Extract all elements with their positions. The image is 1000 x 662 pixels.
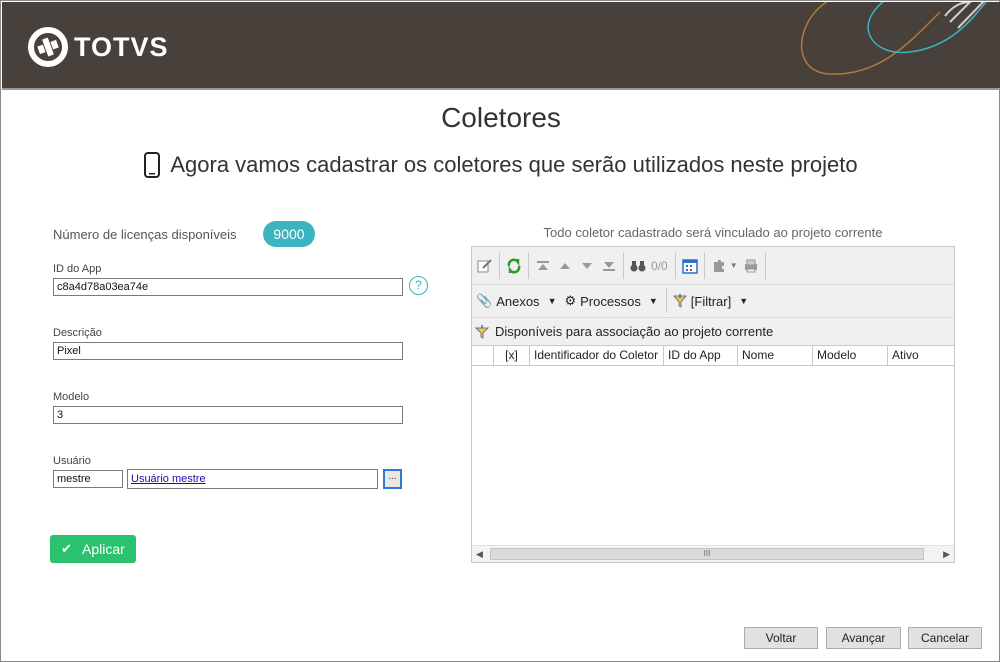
check-icon: ✔ (61, 541, 73, 556)
edit-record-icon[interactable] (474, 255, 496, 277)
toolbar-divider (623, 252, 624, 279)
refresh-icon[interactable] (503, 255, 525, 277)
header-underline (2, 88, 1000, 90)
subtitle-text: Agora vamos cadastrar os coletores que s… (170, 152, 858, 177)
grid-group-header: Disponíveis para associação ao projeto c… (472, 317, 954, 345)
plugin-dropdown-icon[interactable]: ▼ (730, 261, 738, 270)
header-decoration (801, 2, 987, 75)
user-name-field: Usuário mestre (127, 469, 378, 489)
toolbar-divider (703, 252, 705, 279)
column-name[interactable]: Nome (738, 346, 813, 365)
wizard-window: TOTVS Coletores Agora vamos cadastrar os… (0, 0, 1000, 662)
attachments-label: Anexos (496, 293, 540, 309)
calendar-grid-icon[interactable] (679, 255, 701, 277)
next-button[interactable]: Avançar (826, 627, 901, 649)
licenses-label: Número de licenças disponíveis (53, 227, 237, 242)
scroll-right-icon[interactable]: ▶ (943, 549, 950, 560)
grid-caption: Todo coletor cadastrado será vinculado a… (543, 225, 883, 240)
grid-toolbar: 0/0 ▼ (472, 247, 954, 285)
toolbar-divider (764, 252, 766, 279)
user-name-link[interactable]: Usuário mestre (131, 473, 206, 485)
page-title: Coletores (441, 102, 561, 133)
group-label: Disponíveis para associação ao projeto c… (495, 324, 774, 339)
cancel-button[interactable]: Cancelar (908, 627, 982, 649)
binoculars-icon[interactable] (627, 255, 649, 277)
smartphone-icon (144, 152, 161, 178)
model-label: Modelo (53, 391, 90, 403)
chevron-down-icon: ▼ (739, 296, 749, 306)
column-collector-id[interactable]: Identificador do Coletor (530, 346, 664, 365)
page-subtitle: Agora vamos cadastrar os coletores que s… (1, 152, 1000, 178)
paperclip-icon: 📎 (476, 293, 493, 308)
scrollbar-thumb[interactable]: III (490, 548, 924, 560)
grid-menu-bar: 📎 Anexos ▼ ⚙ Processos ▼ [Filtrar] ▼ (472, 285, 954, 317)
app-id-label: ID do App (53, 263, 102, 275)
next-record-icon[interactable] (576, 255, 598, 277)
apply-button[interactable]: ✔ Aplicar (50, 535, 136, 563)
row-indicator-column (472, 346, 494, 365)
filter-label: [Filtrar] (690, 293, 732, 309)
collectors-grid: 0/0 ▼ 📎 Anexos ▼ ⚙ Processos ▼ [Filtrar]… (471, 246, 955, 563)
processes-menu[interactable]: ⚙ Processos ▼ (564, 293, 657, 309)
totvs-logo-icon (28, 27, 68, 67)
column-app-id[interactable]: ID do App (664, 346, 738, 365)
licenses-count-badge: 9000 (263, 221, 315, 247)
description-input[interactable]: Pixel (53, 342, 403, 360)
attachments-menu[interactable]: 📎 Anexos ▼ (476, 293, 556, 309)
apply-button-label: Aplicar (82, 541, 125, 557)
toolbar-divider (499, 252, 500, 279)
toolbar-divider (528, 252, 529, 279)
grid-column-header: [x] Identificador do Coletor ID do App N… (472, 345, 954, 366)
record-counter: 0/0 (651, 258, 668, 273)
app-id-input[interactable]: c8a4d78a03ea74e (53, 278, 403, 296)
filter-icon (672, 294, 687, 308)
plugin-icon[interactable] (708, 255, 730, 277)
totvs-logo: TOTVS (28, 26, 169, 68)
previous-record-icon[interactable] (554, 255, 576, 277)
user-label: Usuário (53, 455, 91, 467)
first-record-icon[interactable] (532, 255, 554, 277)
user-code-input[interactable]: mestre (53, 470, 123, 488)
help-icon[interactable]: ? (409, 276, 428, 295)
scroll-left-icon[interactable]: ◀ (476, 549, 483, 560)
column-active[interactable]: Ativo (888, 346, 954, 365)
header-bar: TOTVS (2, 2, 1000, 90)
filter-menu[interactable]: [Filtrar] ▼ (672, 293, 749, 309)
column-select[interactable]: [x] (494, 346, 530, 365)
column-model[interactable]: Modelo (813, 346, 888, 365)
processes-label: Processos (580, 293, 641, 309)
print-icon[interactable] (740, 255, 762, 277)
last-record-icon[interactable] (598, 255, 620, 277)
chevron-down-icon: ▼ (547, 296, 557, 306)
menu-divider (665, 289, 667, 313)
back-button[interactable]: Voltar (744, 627, 818, 649)
user-lookup-button[interactable]: ... (383, 469, 402, 489)
description-label: Descrição (53, 327, 102, 339)
model-input[interactable]: 3 (53, 406, 403, 424)
filter-icon (475, 324, 489, 339)
gears-icon: ⚙ (564, 293, 577, 308)
horizontal-scrollbar[interactable]: ◀ III ▶ (472, 545, 954, 562)
toolbar-divider (674, 252, 676, 279)
brand-name: TOTVS (74, 31, 169, 62)
chevron-down-icon: ▼ (648, 296, 658, 306)
